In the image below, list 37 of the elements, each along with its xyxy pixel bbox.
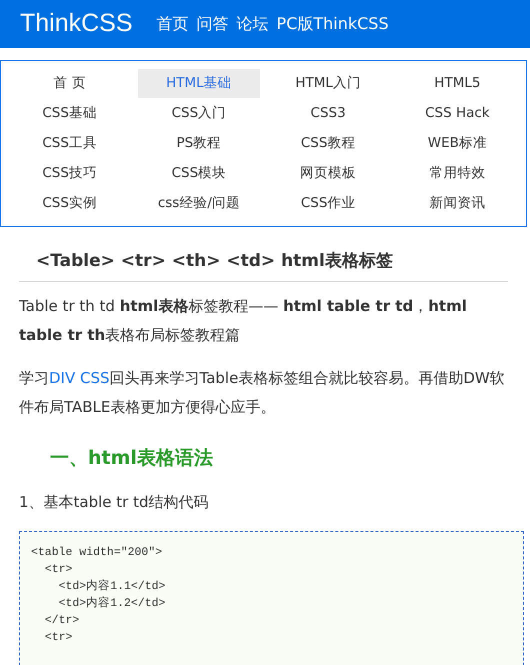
category-link[interactable]: CSS Hack — [396, 99, 518, 128]
category-link[interactable]: 首 页 — [9, 69, 130, 98]
nav-link[interactable]: 问答 — [196, 12, 229, 36]
code-line: <tr> — [44, 562, 74, 578]
category-link[interactable]: 网页模板 — [268, 159, 389, 188]
step-heading: 1、基本table tr td结构代码 — [19, 492, 210, 513]
category-link[interactable]: CSS基础 — [9, 99, 130, 128]
category-link[interactable]: CSS3 — [268, 99, 389, 128]
category-link[interactable]: CSS技巧 — [9, 159, 130, 188]
category-link[interactable]: HTML基础 — [138, 69, 260, 98]
category-link[interactable]: css经验/问题 — [138, 189, 260, 218]
category-link[interactable]: HTML入门 — [268, 69, 389, 98]
code-line: </tr> — [44, 613, 80, 629]
code-line: <td>内容1.2</td> — [58, 595, 166, 612]
code-line: <table width="200"> — [31, 545, 164, 561]
intro-paragraph: Table tr th td html表格标签教程—— html table tr td，html table tr th表格布局标签教程篇 — [19, 296, 468, 346]
category-link[interactable]: CSS模块 — [138, 159, 260, 188]
nav-link[interactable]: 首页 — [156, 12, 189, 36]
nav-link[interactable]: PC版ThinkCSS — [276, 12, 389, 36]
category-link[interactable]: HTML5 — [396, 69, 518, 98]
category-link[interactable]: 常用特效 — [396, 159, 518, 188]
category-link[interactable]: CSS实例 — [9, 189, 130, 218]
code-line: <tr> — [44, 630, 74, 646]
category-link[interactable]: CSS教程 — [268, 129, 389, 158]
article-title: <Table> <tr> <th> <td> html表格标签 — [19, 249, 508, 282]
category-link[interactable]: WEB标准 — [396, 129, 518, 158]
body-paragraph: 学习 DIV CSS回头再来学习Table表格标签组合就比较容易。再借助DW软件布局TABLE表格更加方便得心应手。 — [19, 368, 506, 418]
category-link[interactable]: CSS入门 — [138, 99, 260, 128]
category-link[interactable]: CSS作业 — [268, 189, 389, 218]
code-line: <td>内容1.1</td> — [58, 578, 166, 595]
section-heading: 一、html表格语法 — [50, 446, 214, 470]
category-link[interactable]: PS教程 — [138, 129, 260, 158]
category-link[interactable]: 新闻资讯 — [396, 189, 518, 218]
site-logo[interactable]: ThinkCSS — [20, 5, 133, 43]
text-link[interactable]: DIV CSS — [49, 368, 110, 386]
nav-link[interactable]: 论坛 — [236, 12, 269, 36]
category-link[interactable]: CSS工具 — [9, 129, 130, 158]
